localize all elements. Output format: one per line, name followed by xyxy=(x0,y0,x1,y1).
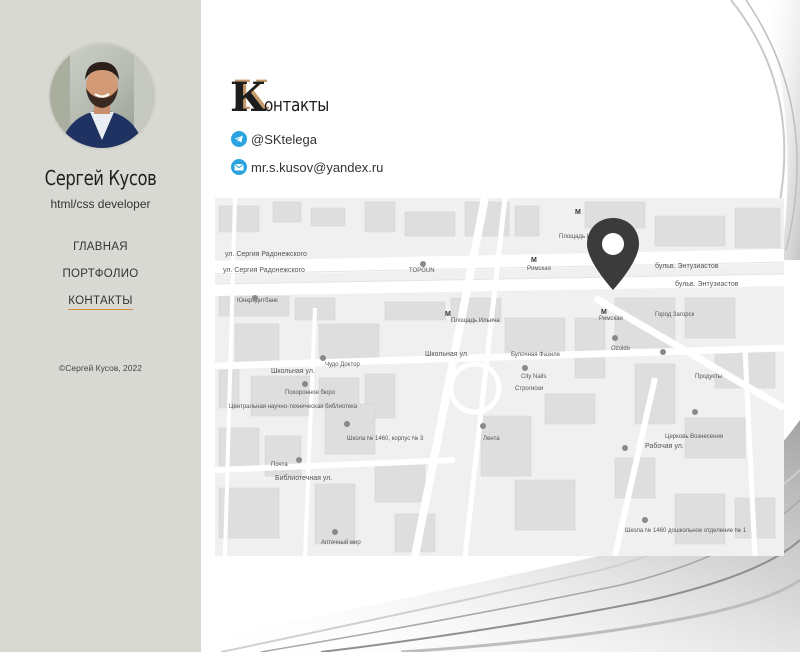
map-place-label: Булочная Фазиле xyxy=(511,352,561,358)
page-title-initial: К xyxy=(230,74,267,121)
map-place-label: Площадь Ильича xyxy=(451,318,500,324)
svg-text:М: М xyxy=(601,309,607,316)
map-place-label: Лента xyxy=(483,436,500,442)
profile-role: html/css developer xyxy=(50,197,151,211)
nav-item-label: ПОРТФОЛИО xyxy=(62,268,139,280)
map-place-label: Школа № 1460, корпус № 3 xyxy=(347,435,424,442)
map-place-label: Строгиски xyxy=(515,386,543,392)
map-street-label: Библиотечная ул. xyxy=(275,474,332,482)
nav-item-label: ГЛАВНАЯ xyxy=(73,241,128,253)
map-place-label: Римская xyxy=(527,266,551,272)
profile-name: Сергей Кусов xyxy=(44,166,157,190)
map-place-label: City Nails xyxy=(521,374,546,380)
nav-item-home[interactable]: ГЛАВНАЯ xyxy=(0,240,201,267)
svg-text:М: М xyxy=(445,311,451,318)
map-place-label: Похоронное бюро xyxy=(285,390,336,396)
map-street-label: ул. Сергия Радонежского xyxy=(225,251,307,258)
map-place-label: Продукты xyxy=(695,374,722,380)
telegram-contact[interactable]: @SKtelega xyxy=(231,131,317,147)
map-place-label: Школа № 1460 дошкольное отделение № 1 xyxy=(625,527,747,534)
email-contact[interactable]: mr.s.kusov@yandex.ru xyxy=(231,159,383,175)
email-icon xyxy=(231,159,247,175)
email-address: mr.s.kusov@yandex.ru xyxy=(251,159,384,175)
nav-item-contacts[interactable]: КОНТАКТЫ xyxy=(0,294,201,321)
map-street-label: бульв. Энтузиастов xyxy=(675,280,739,288)
map-street-label: ул. Сергия Радонежского xyxy=(223,267,305,274)
main-nav: ГЛАВНАЯ ПОРТФОЛИО КОНТАКТЫ xyxy=(0,240,201,321)
map-place-label: Римская xyxy=(599,316,623,322)
nav-item-label: КОНТАКТЫ xyxy=(68,295,133,310)
map-place-label: Центральная научно-техническая библиотек… xyxy=(229,404,358,410)
map-street-label: Школьная ул. xyxy=(425,351,469,358)
map-street-label: Рабочая ул. xyxy=(645,442,684,450)
map-place-label: Город Загорск xyxy=(655,312,695,318)
avatar xyxy=(50,44,154,148)
map-place-label: Церковь Вознесения xyxy=(665,434,723,440)
page-title: К онтакты xyxy=(230,74,341,121)
sidebar: Сергей Кусов html/css developer ГЛАВНАЯ … xyxy=(0,0,201,652)
map[interactable]: ул. Сергия Радонежского ул. Сергия Радон… xyxy=(215,198,784,556)
copyright: ©Сергей Кусов, 2022 xyxy=(59,363,142,373)
map-place-label: Чудо Доктор xyxy=(325,362,360,368)
svg-text:М: М xyxy=(575,209,581,216)
map-place-label: Аптечный мир xyxy=(321,539,361,546)
map-street-label: бульв. Энтузиастов xyxy=(655,262,719,270)
map-place-label: Ozoldo xyxy=(611,346,631,352)
map-place-label: Почта xyxy=(271,462,288,468)
svg-text:М: М xyxy=(531,257,537,264)
telegram-handle: @SKtelega xyxy=(251,131,317,147)
telegram-icon xyxy=(231,131,247,147)
nav-item-portfolio[interactable]: ПОРТФОЛИО xyxy=(0,267,201,294)
map-street-label: Школьная ул. xyxy=(271,368,315,375)
map-canvas[interactable]: ул. Сергия Радонежского ул. Сергия Радон… xyxy=(215,198,784,556)
page-title-text: онтакты xyxy=(264,95,330,116)
map-place-label: TOPGUN xyxy=(409,268,435,274)
